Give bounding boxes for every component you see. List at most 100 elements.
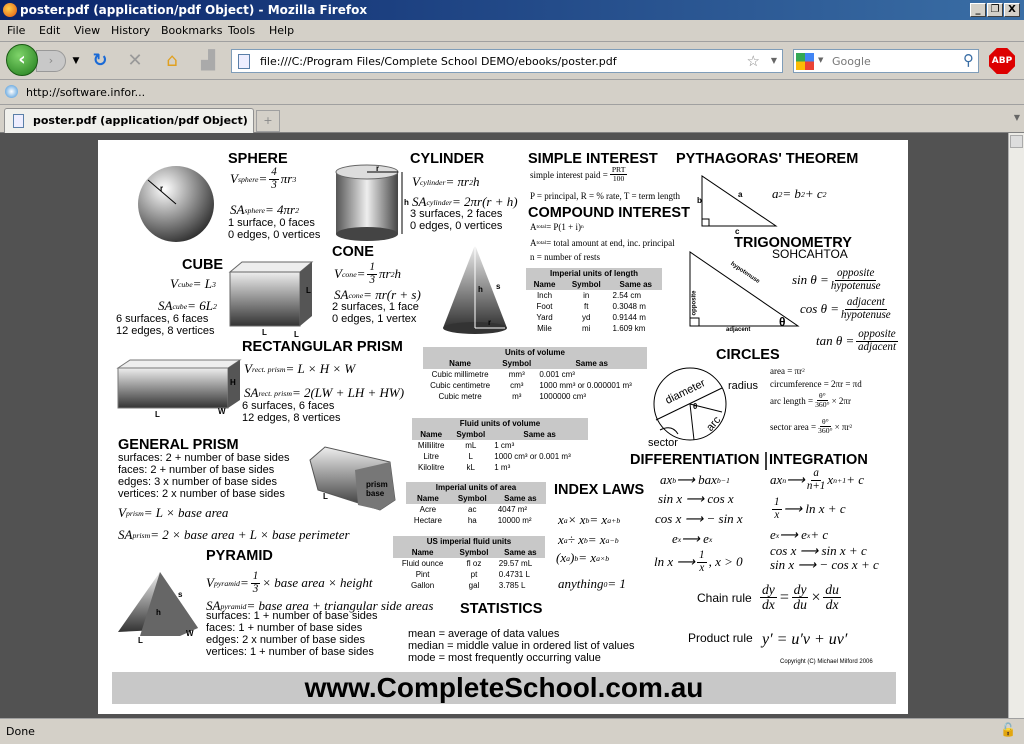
formula-part: = b [782, 186, 801, 201]
table-cell: Cubic centimetre [430, 381, 491, 390]
text-chain_label: Chain rule [697, 592, 752, 605]
table-cell: 1000 cm³ or 0.001 m³ [494, 452, 571, 461]
formula-part: V [244, 361, 252, 376]
heading-cylinder: CYLINDER [410, 151, 485, 167]
table-cell: Fluid ounce [401, 559, 444, 568]
table-cell: L [468, 452, 473, 461]
formula-part: , x > 0 [708, 554, 743, 570]
formula-part: cylinder [419, 177, 446, 187]
text-line: 6 surfaces, 6 faces [242, 400, 335, 412]
heading-cone: CONE [332, 244, 374, 260]
label-cone_h: h [478, 285, 483, 294]
column-header: Same as [494, 493, 546, 504]
label-c_theta: θ [693, 402, 698, 411]
table-row: Hectare ha 10000 m² [406, 515, 546, 526]
formula-part: b−1 [716, 475, 730, 485]
formula-part: a−b [605, 535, 619, 545]
text-copyright: Copyright (C) Michael Milford 2006 [780, 659, 873, 666]
table-cell: Pint [415, 570, 430, 579]
label-cone_r: r [488, 318, 492, 327]
formula-part: SA [206, 598, 221, 613]
formula-part: total [536, 224, 547, 230]
heading-compound_interest: COMPOUND INTEREST [528, 205, 690, 221]
table-cell: Mile [537, 324, 552, 333]
formula-part: P = principal, R = % rate, T = term leng… [530, 191, 681, 201]
formula-sa_rect: SA rect. prism = 2(LW + LH + HW) [244, 385, 404, 401]
formula-d3: cos x ⟶ − sin x [655, 511, 743, 527]
formula-part: SA [412, 194, 427, 209]
table-area: Imperial units of area Name Symbol Same as A… [406, 482, 546, 526]
formula-sa_cube: SA cube = 6L 2 [158, 298, 217, 314]
label-trig_adj: adjacent [726, 327, 751, 333]
formula-part: πr [280, 171, 293, 187]
formula-part: = 4πr [264, 202, 296, 217]
formula-part: SA [230, 202, 245, 217]
text-line: surfaces: 2 + number of base sides [118, 452, 290, 464]
formula-part: SA [158, 298, 173, 313]
table-cell: in [583, 291, 590, 300]
formula-part: prism [125, 508, 144, 518]
table-cell: m³ [512, 392, 522, 401]
table-cell: Millilitre [417, 441, 445, 450]
table-cell: 0.9144 m [612, 313, 646, 322]
table-cell: 0.3048 m [612, 302, 646, 311]
formula-part: sphere [244, 205, 265, 215]
formula-v_sphere: Vsphere = 4 3 πr 3 [230, 166, 296, 191]
formula-part: 2 [802, 368, 805, 374]
status-bar: Done 🔓 [0, 718, 1024, 744]
text-cone_props: 2 surfaces, 1 face 0 edges, 1 vertex [332, 301, 419, 325]
heading-diff: DIFFERENTIATION [630, 452, 760, 468]
formula-part: ÷ x [567, 532, 584, 547]
column-header: Symbol [449, 493, 495, 504]
table-row: Acre ac 4047 m² [406, 504, 546, 515]
formula-sa_cyl: SA cylinder = 2πr(r + h) [412, 194, 518, 210]
formula-i2: 1x ⟶ ln x + c [770, 496, 846, 521]
formula-v_pyr: Vpyramid = 1 3 × base area × height [206, 570, 372, 595]
column-header: Same as [491, 429, 588, 440]
formula-part: 13 [367, 261, 377, 286]
table-row: Cubic metre m³ 1000000 cm³ [423, 391, 647, 402]
table-cell: mi [582, 324, 591, 333]
column-header: Name [406, 493, 450, 504]
formula-part: pyramid [220, 601, 247, 611]
heading-general_prism: GENERAL PRISM [118, 437, 239, 453]
formula-sin: sin θ = opposite hypotenuse [792, 267, 883, 292]
formula-part: = x [589, 512, 608, 527]
formula-part: sector area = [770, 421, 817, 432]
formula-part: = L × H × W [285, 361, 356, 376]
text-line: 0 edges, 0 vertices [410, 220, 503, 232]
table-usfluid: US imperial fluid units Name Symbol Same as… [393, 536, 545, 591]
text-line: Chain rule [697, 591, 752, 605]
formula-part: opposite hypotenuse [830, 267, 881, 292]
table-cell: Hectare [413, 516, 442, 525]
formula-part: = L × base area [143, 505, 229, 520]
text-line: edges: 3 x number of base sides [118, 476, 277, 488]
formula-v_rect: Vrect. prism = L × H × W [244, 361, 355, 377]
table-cell: ac [468, 505, 477, 514]
formula-d2: sin x ⟶ cos x [658, 491, 734, 507]
formula-part: cos θ = [800, 301, 839, 317]
formula-i3: ex ⟶ ex + c [770, 527, 828, 543]
formula-part: cone [348, 290, 364, 300]
text-line: Copyright (C) Michael Milford 2006 [780, 659, 873, 665]
formula-part: cube [172, 301, 188, 311]
formula-part: total [536, 240, 547, 246]
formula-part: a×b [596, 553, 610, 563]
formula-part: θ° 360° [818, 417, 833, 436]
label-cube_l1: L [262, 328, 267, 337]
formula-part: = 2 × base area + L × base perimeter [150, 527, 350, 542]
text-line: 1 surface, 0 faces [228, 217, 315, 229]
heading-circles: CIRCLES [716, 347, 780, 363]
formula-part: dy dx [760, 582, 777, 613]
table-cell: Gallon [411, 581, 435, 590]
table-cell: Foot [536, 302, 553, 311]
formula-si: simple interest paid = PRT 100 [530, 165, 629, 183]
formula-v_cone: Vcone = 1 3 πr 2 h [334, 261, 401, 286]
table-length: Imperial units of length Name Symbol Same a… [526, 268, 662, 334]
table-cell: 0.001 cm³ [539, 370, 575, 379]
text-line: vertices: 2 x number of base sides [118, 488, 285, 500]
label-sphere_r: r [160, 184, 164, 193]
table-cell: 2.54 cm [612, 291, 641, 300]
label-cube_l3: L [306, 286, 311, 295]
formula-part: 2 [822, 189, 827, 199]
